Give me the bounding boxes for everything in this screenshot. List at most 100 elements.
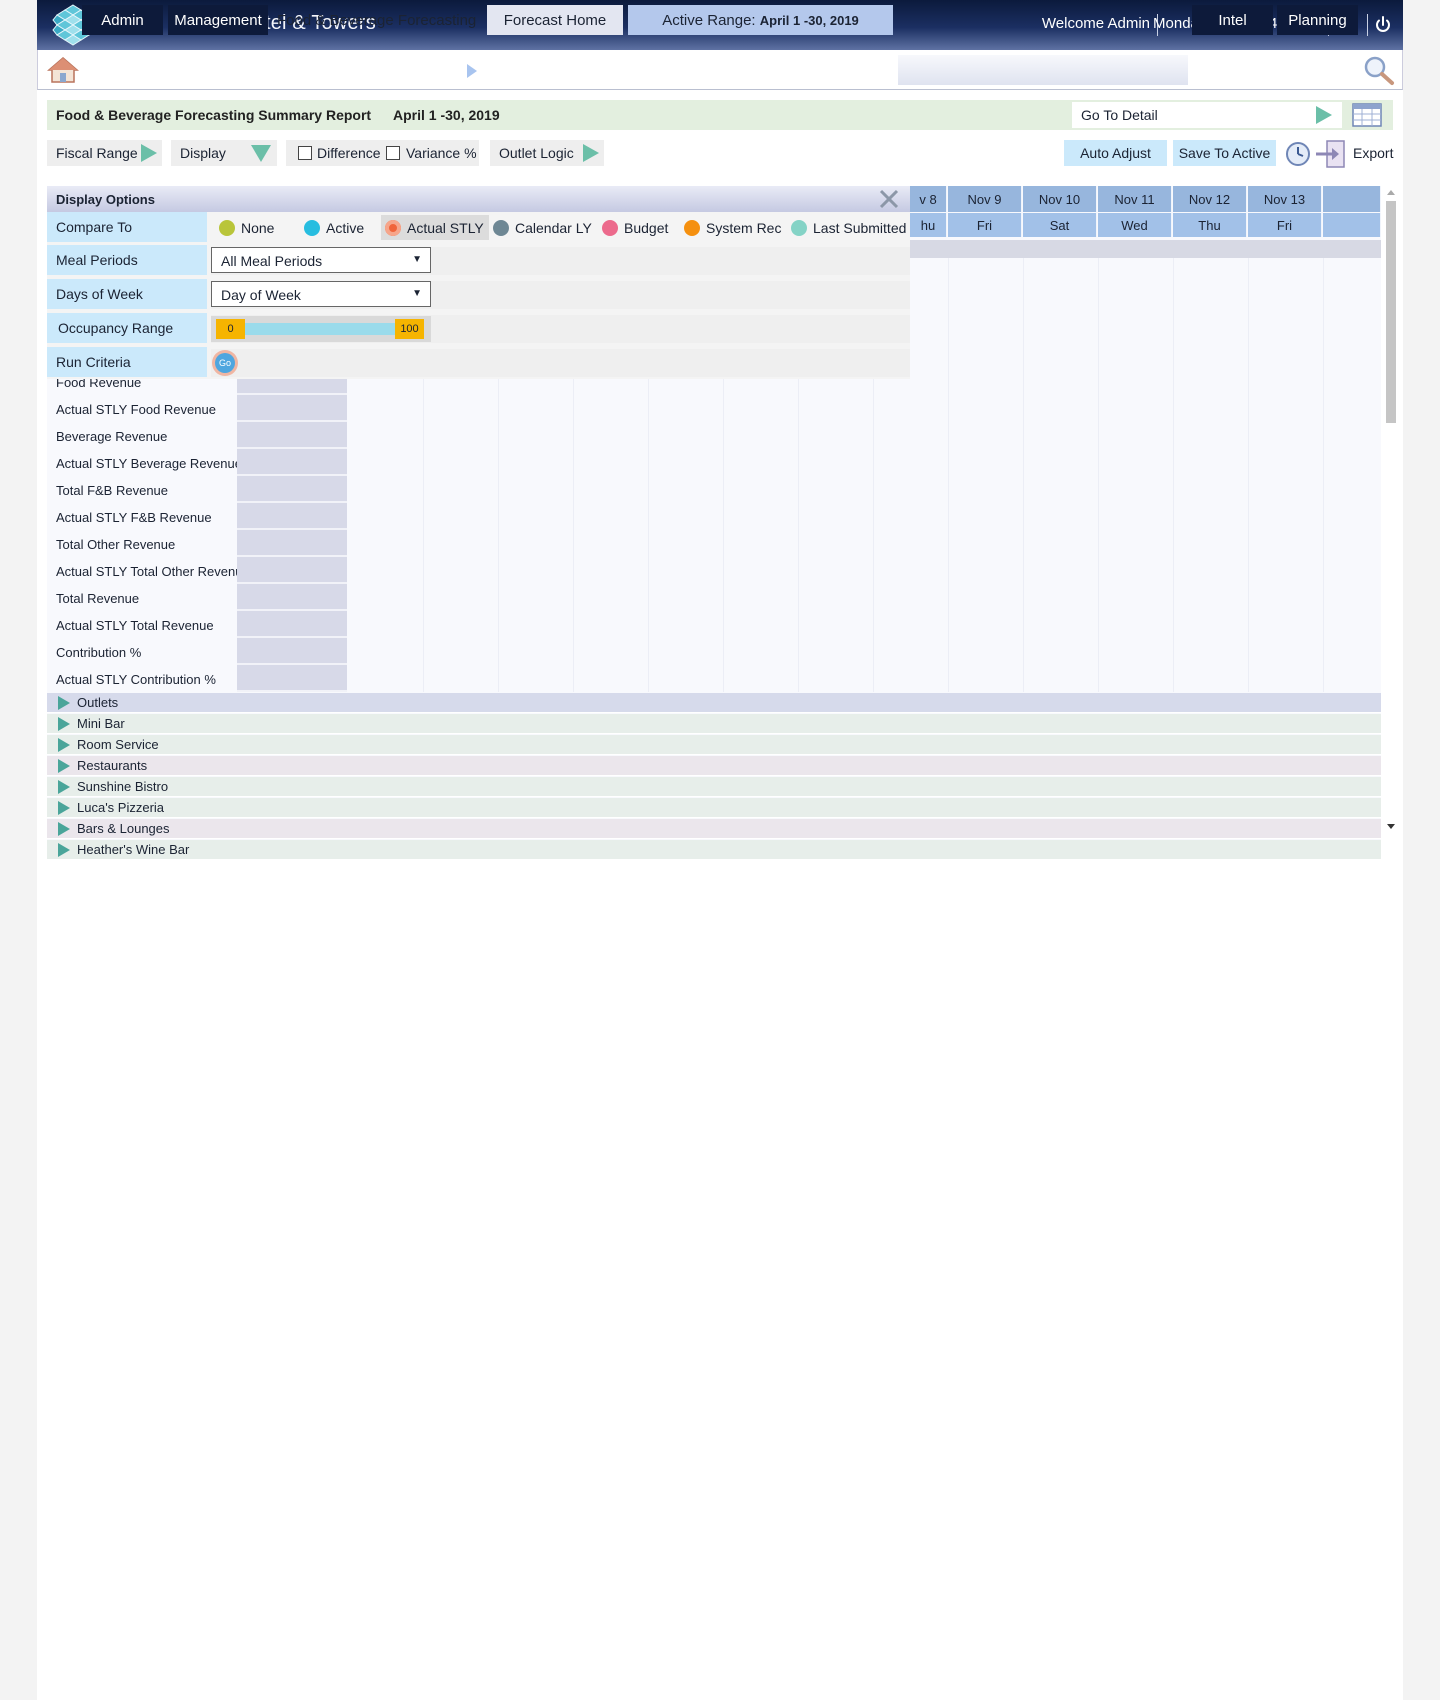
grid-divider: [1248, 258, 1249, 692]
clock-icon[interactable]: [1285, 141, 1311, 167]
search-icon[interactable]: [1362, 54, 1396, 86]
radio-label: Actual STLY: [407, 220, 484, 236]
forecast-home-button[interactable]: Forecast Home: [487, 5, 623, 35]
group-row-lucas-pizzeria[interactable]: Luca's Pizzeria: [47, 798, 1381, 818]
group-row-outlets[interactable]: Outlets: [47, 693, 1381, 713]
compare-none-radio[interactable]: None: [219, 218, 274, 238]
row-label: Actual STLY Contribution %: [56, 672, 216, 687]
expand-arrow-icon[interactable]: [58, 737, 70, 752]
group-label: Luca's Pizzeria: [77, 800, 165, 815]
radio-label: Calendar LY: [515, 220, 592, 236]
date-header[interactable]: Nov 10: [1023, 186, 1097, 212]
expand-arrow-icon[interactable]: [58, 800, 70, 815]
row-value-cell[interactable]: [237, 611, 347, 638]
meal-periods-value: All Meal Periods: [221, 253, 323, 269]
expand-arrow-icon[interactable]: [58, 779, 70, 794]
meal-periods-select[interactable]: All Meal Periods ▼: [211, 247, 431, 273]
expand-arrow-icon[interactable]: [58, 842, 70, 857]
display-button[interactable]: Display: [171, 140, 277, 166]
select-arrow-icon: ▼: [412, 288, 422, 299]
date-header[interactable]: v 8: [910, 186, 947, 212]
row-label: Actual STLY F&B Revenue: [56, 510, 212, 525]
days-of-week-value: Day of Week: [221, 287, 301, 303]
date-header[interactable]: Nov 13: [1248, 186, 1322, 212]
planning-button[interactable]: Planning: [1277, 5, 1358, 35]
day-header: Thu: [1173, 213, 1247, 237]
save-to-active-button[interactable]: Save To Active: [1173, 140, 1276, 166]
occupancy-min-handle[interactable]: 0: [216, 319, 245, 339]
date-header[interactable]: Nov 9: [948, 186, 1022, 212]
day-header: Fri: [1248, 213, 1322, 237]
outlet-logic-button[interactable]: Outlet Logic: [490, 140, 604, 166]
expand-arrow-icon[interactable]: [58, 758, 70, 773]
auto-adjust-button[interactable]: Auto Adjust: [1064, 140, 1167, 166]
compare-budget-radio[interactable]: Budget: [602, 218, 668, 238]
grid-divider: [948, 258, 949, 692]
play-arrow-icon: [141, 144, 157, 162]
management-button[interactable]: Management: [168, 5, 268, 35]
row-value-cell[interactable]: [237, 530, 347, 557]
admin-button[interactable]: Admin: [82, 5, 163, 35]
nav-bar: [37, 50, 1403, 90]
radio-dot-icon: [684, 220, 700, 236]
row-value-cell[interactable]: [237, 476, 347, 503]
row-value-cell[interactable]: [237, 665, 347, 692]
play-arrow-icon: [583, 144, 599, 162]
row-value-cell[interactable]: [237, 449, 347, 476]
calendar-grid-icon[interactable]: [1352, 103, 1382, 127]
run-criteria-label: Run Criteria: [47, 347, 207, 377]
radio-dot-icon: [493, 220, 509, 236]
row-value-cell[interactable]: [237, 422, 347, 449]
power-icon[interactable]: [1371, 13, 1395, 37]
occupancy-slider-fill: [244, 323, 396, 335]
active-range-pill[interactable]: Active Range: April 1 -30, 2019: [628, 5, 893, 35]
difference-checkbox[interactable]: [298, 146, 312, 160]
scroll-down-icon[interactable]: [1387, 824, 1395, 829]
variance-checkbox[interactable]: [386, 146, 400, 160]
expand-arrow-icon[interactable]: [58, 821, 70, 836]
date-header[interactable]: Nov 12: [1173, 186, 1247, 212]
row-value-cell[interactable]: [237, 395, 347, 422]
compare-system-rec-radio[interactable]: System Rec: [684, 218, 781, 238]
group-row-bars-lounges[interactable]: Bars & Lounges: [47, 819, 1381, 839]
expand-arrow-icon[interactable]: [58, 695, 70, 710]
fiscal-range-button[interactable]: Fiscal Range: [47, 140, 162, 166]
group-row-restaurants[interactable]: Restaurants: [47, 756, 1381, 776]
vertical-scrollbar[interactable]: [1384, 186, 1398, 836]
date-header[interactable]: [1323, 186, 1381, 212]
group-label: Outlets: [77, 695, 119, 710]
compare-calendar-ly-radio[interactable]: Calendar LY: [493, 218, 592, 238]
row-value-cell[interactable]: [237, 584, 347, 611]
home-icon[interactable]: [47, 55, 79, 85]
goto-detail-arrow-icon[interactable]: [1316, 106, 1332, 124]
go-button[interactable]: Go: [212, 350, 238, 376]
row-value-cell[interactable]: [237, 638, 347, 665]
row-value-cell[interactable]: [237, 503, 347, 530]
compare-active-radio[interactable]: Active: [304, 218, 364, 238]
scroll-thumb[interactable]: [1386, 201, 1396, 423]
compare-last-submitted-radio[interactable]: Last Submitted: [791, 218, 906, 238]
group-row-sunshine-bistro[interactable]: Sunshine Bistro: [47, 777, 1381, 797]
compare-actual-stly-radio[interactable]: Actual STLY: [385, 218, 484, 238]
go-button-label: Go: [215, 353, 235, 373]
group-row-room-service[interactable]: Room Service: [47, 735, 1381, 755]
date-header[interactable]: Nov 11: [1098, 186, 1172, 212]
row-value-cell[interactable]: [237, 557, 347, 584]
intel-button[interactable]: Intel: [1192, 5, 1273, 35]
group-row-heathers-wine-bar[interactable]: Heather's Wine Bar: [47, 840, 1381, 860]
group-label: Restaurants: [77, 758, 148, 773]
goto-detail-field[interactable]: Go To Detail: [1072, 102, 1342, 128]
expand-arrow-icon[interactable]: [58, 716, 70, 731]
export-label[interactable]: Export: [1353, 145, 1393, 161]
scroll-up-icon[interactable]: [1387, 190, 1395, 195]
export-icon[interactable]: [1314, 139, 1346, 169]
occupancy-max-handle[interactable]: 100: [395, 319, 424, 339]
radio-dot-icon: [791, 220, 807, 236]
group-row-mini-bar[interactable]: Mini Bar: [47, 714, 1381, 734]
row-label: Contribution %: [56, 645, 142, 660]
close-icon[interactable]: [878, 189, 900, 209]
header-divider: [1367, 14, 1368, 36]
goto-detail-label: Go To Detail: [1081, 107, 1158, 123]
days-of-week-select[interactable]: Day of Week ▼: [211, 281, 431, 307]
active-range-value: April 1 -30, 2019: [759, 12, 859, 28]
